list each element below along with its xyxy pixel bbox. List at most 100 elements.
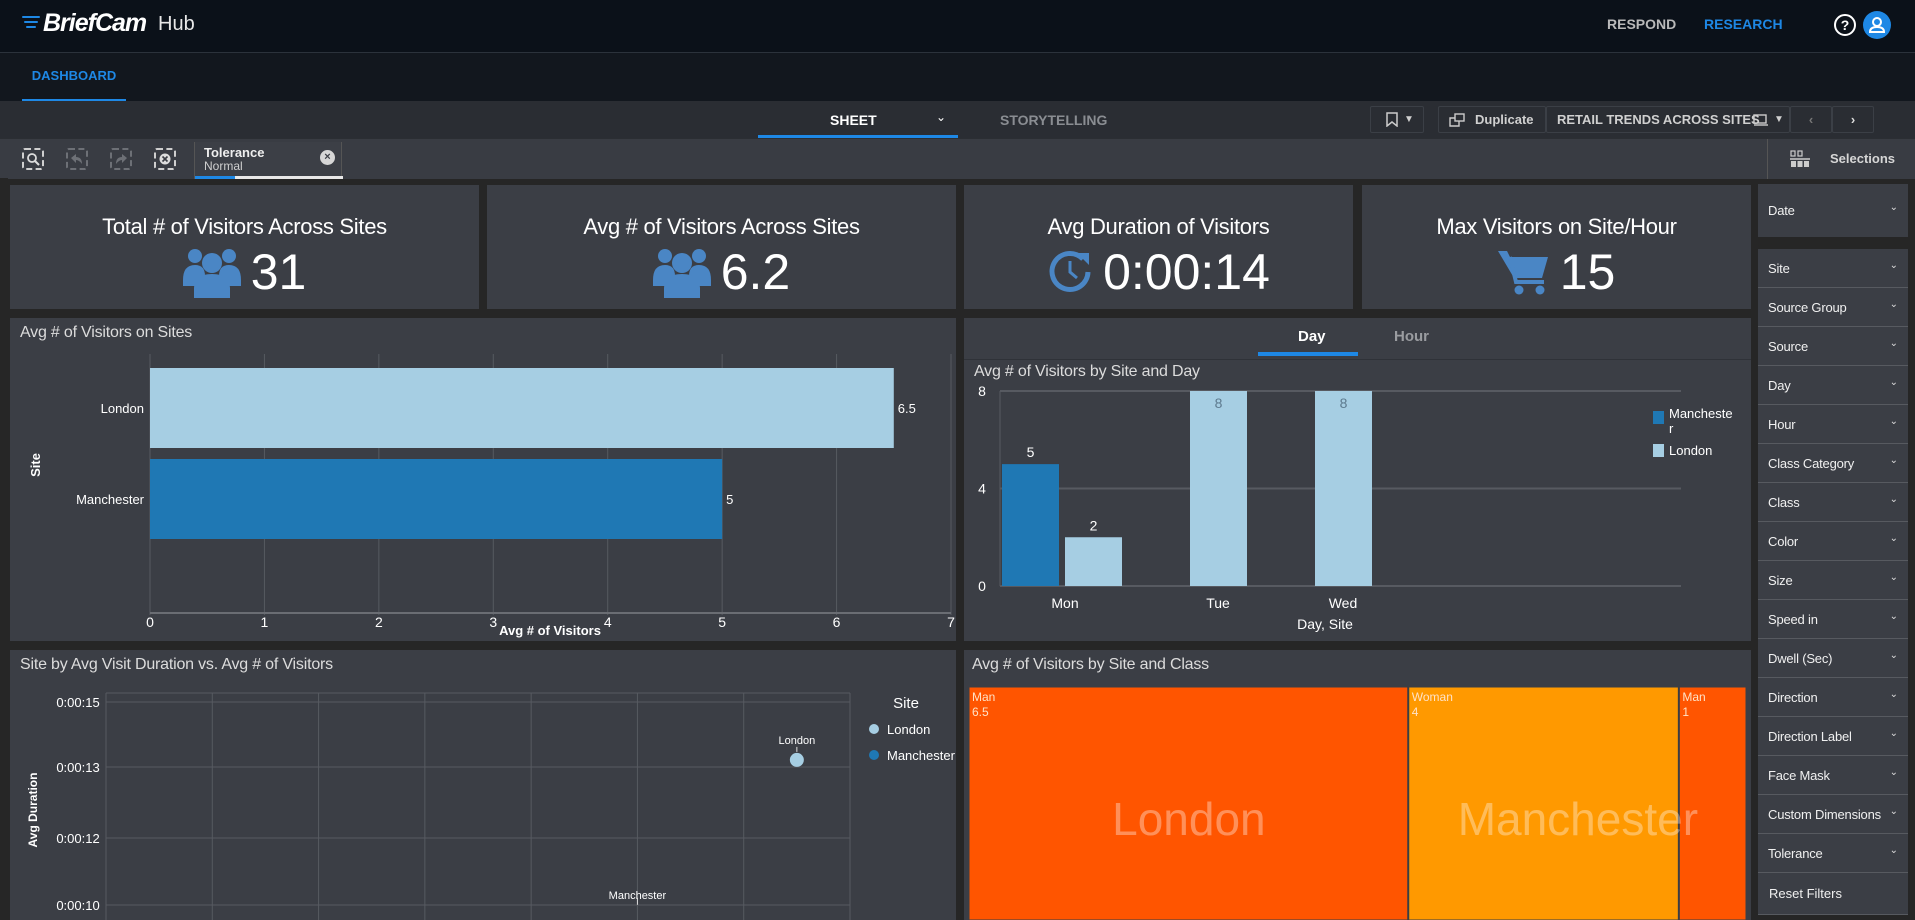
bar-mon-manchester[interactable] [1002, 464, 1059, 586]
filter-site[interactable]: Site ⌄ [1758, 249, 1908, 288]
legend-swatch-london [1653, 444, 1664, 457]
filter-label: Direction Label [1768, 729, 1852, 744]
filter-tolerance[interactable]: Tolerance ⌄ [1758, 834, 1908, 873]
filter-date[interactable]: Date ⌄ [1758, 184, 1908, 237]
legend-marker-manchester [869, 750, 879, 760]
sheet-selector[interactable]: RETAIL TRENDS ACROSS SITES ▼ [1546, 106, 1790, 133]
tab-storytelling[interactable]: STORYTELLING [1000, 112, 1107, 128]
bar-mon-london[interactable] [1065, 537, 1122, 586]
filter-class[interactable]: Class ⌄ [1758, 483, 1908, 522]
filter-class-category[interactable]: Class Category ⌄ [1758, 444, 1908, 483]
kpi-title: Max Visitors on Site/Hour [1436, 214, 1677, 239]
duplicate-button[interactable]: Duplicate [1438, 106, 1546, 133]
selections-button[interactable]: Selections [1767, 139, 1915, 179]
filter-label: Site [1768, 261, 1790, 276]
next-sheet-button[interactable]: › [1832, 106, 1874, 133]
filter-speed-in[interactable]: Speed in ⌄ [1758, 600, 1908, 639]
help-icon[interactable]: ? [1834, 14, 1856, 36]
clear-selections-icon[interactable] [154, 148, 176, 170]
treemap-group-label: Manchester [1458, 793, 1698, 845]
sheet-bar: SHEET ⌄ STORYTELLING ▼ Duplicate RETAIL … [0, 101, 1915, 138]
bookmark-button[interactable]: ▼ [1370, 106, 1424, 133]
kpi-value: 0:00:14 [1103, 244, 1270, 300]
chevron-down-icon: ⌄ [1889, 260, 1898, 271]
y-axis-label: Site [28, 453, 43, 477]
clock-refresh-icon [1049, 250, 1091, 292]
duplicate-icon [1449, 113, 1465, 127]
filter-color[interactable]: Color ⌄ [1758, 522, 1908, 561]
data-label: 5 [1027, 444, 1035, 460]
caret-down-icon: ▼ [1774, 114, 1784, 125]
reset-filters-button[interactable]: Reset Filters [1758, 873, 1908, 915]
remove-selection-icon[interactable]: × [320, 150, 335, 165]
filter-size[interactable]: Size ⌄ [1758, 561, 1908, 600]
y-tick-label: 0:00:13 [56, 760, 99, 775]
filter-label: Source Group [1768, 300, 1847, 315]
selections-label: Selections [1830, 151, 1896, 166]
step-forward-icon[interactable] [110, 148, 132, 170]
x-tick-label: 1 [261, 614, 269, 630]
filter-direction-label[interactable]: Direction Label ⌄ [1758, 717, 1908, 756]
kpi-value: 6.2 [720, 244, 791, 300]
y-tick-label: Manchester [76, 492, 145, 507]
x-tick-label: 5 [718, 614, 726, 630]
chart-visitors-on-sites[interactable]: Avg # of Visitors on Sites 0 1 2 3 4 5 6 7 Londo… [10, 318, 956, 641]
filter-label: Face Mask [1768, 768, 1830, 783]
filter-label: Size [1768, 573, 1793, 588]
step-back-icon[interactable] [66, 148, 88, 170]
legend-title: Site [893, 695, 919, 712]
treemap-cell-label: Man [1682, 690, 1705, 704]
x-axis-label: Avg # of Visitors [499, 623, 601, 638]
kpi-avg-duration[interactable]: Avg Duration of Visitors 0:00:14 [964, 185, 1353, 309]
bar-wed-london[interactable] [1315, 391, 1372, 586]
selection-state-fill [195, 176, 235, 179]
prev-sheet-button[interactable]: ‹ [1790, 106, 1832, 133]
chevron-down-icon: ⌄ [1889, 455, 1898, 466]
kpi-title: Avg Duration of Visitors [1047, 214, 1270, 239]
x-tick-label: 7 [947, 614, 955, 630]
filter-dwell-sec[interactable]: Dwell (Sec) ⌄ [1758, 639, 1908, 678]
chevron-down-icon[interactable]: ⌄ [936, 110, 946, 124]
bar-manchester[interactable] [150, 459, 723, 539]
x-tick-label: 3 [489, 614, 497, 630]
chart-duration-vs-visitors[interactable]: Site by Avg Visit Duration vs. Avg # of … [10, 650, 956, 920]
point-london[interactable] [789, 752, 804, 767]
chevron-down-icon: ⌄ [1889, 806, 1898, 817]
filter-day[interactable]: Day ⌄ [1758, 366, 1908, 405]
chevron-down-icon: ⌄ [1889, 728, 1898, 739]
kpi-avg-visitors[interactable]: Avg # of Visitors Across Sites 6.2 [487, 185, 956, 309]
tab-dashboard[interactable]: DASHBOARD [22, 53, 126, 101]
filter-source-group[interactable]: Source Group ⌄ [1758, 288, 1908, 327]
kpi-total-visitors[interactable]: Total # of Visitors Across Sites 31 [10, 185, 479, 309]
chevron-down-icon: ⌄ [1889, 377, 1898, 388]
chart-visitors-by-site-day[interactable]: Day Hour Avg # of Visitors by Site and D… [964, 318, 1751, 641]
filter-hour[interactable]: Hour ⌄ [1758, 405, 1908, 444]
chevron-down-icon: ⌄ [1889, 338, 1898, 349]
nav-respond[interactable]: RESPOND [1607, 16, 1676, 32]
kpi-max-visitors[interactable]: Max Visitors on Site/Hour 15 [1362, 185, 1751, 309]
filter-face-mask[interactable]: Face Mask ⌄ [1758, 756, 1908, 795]
filter-source[interactable]: Source ⌄ [1758, 327, 1908, 366]
treemap-svg: Man6.5LondonWoman4Man1Manchester [968, 686, 1747, 920]
tab-sheet[interactable]: SHEET ⌄ [758, 101, 958, 138]
chevron-down-icon: ⌄ [1889, 202, 1898, 213]
selection-chip-tolerance[interactable]: Tolerance Normal × [194, 142, 343, 179]
treemap-cell-value: 1 [1682, 705, 1689, 719]
y-tick-label: London [101, 401, 144, 416]
bar-tue-london[interactable] [1190, 391, 1247, 586]
filter-custom-dimensions[interactable]: Custom Dimensions ⌄ [1758, 795, 1908, 834]
bar-london[interactable] [150, 368, 894, 448]
brand-logo[interactable]: BriefCam [22, 9, 147, 38]
smart-search-icon[interactable] [22, 148, 44, 170]
legend-swatch-manchester [1653, 411, 1664, 424]
bookmark-icon [1386, 112, 1398, 127]
chart-visitors-by-site-class[interactable]: Avg # of Visitors by Site and Class Man 6… [964, 650, 1751, 920]
people-icon [182, 249, 241, 298]
chevron-down-icon: ⌄ [1889, 845, 1898, 856]
x-tick-label: Wed [1329, 595, 1358, 611]
user-icon[interactable] [1863, 11, 1891, 39]
filter-direction[interactable]: Direction ⌄ [1758, 678, 1908, 717]
y-axis-label: Avg Duration [26, 773, 40, 848]
data-label: 5 [726, 492, 733, 507]
nav-research[interactable]: RESEARCH [1704, 16, 1783, 32]
